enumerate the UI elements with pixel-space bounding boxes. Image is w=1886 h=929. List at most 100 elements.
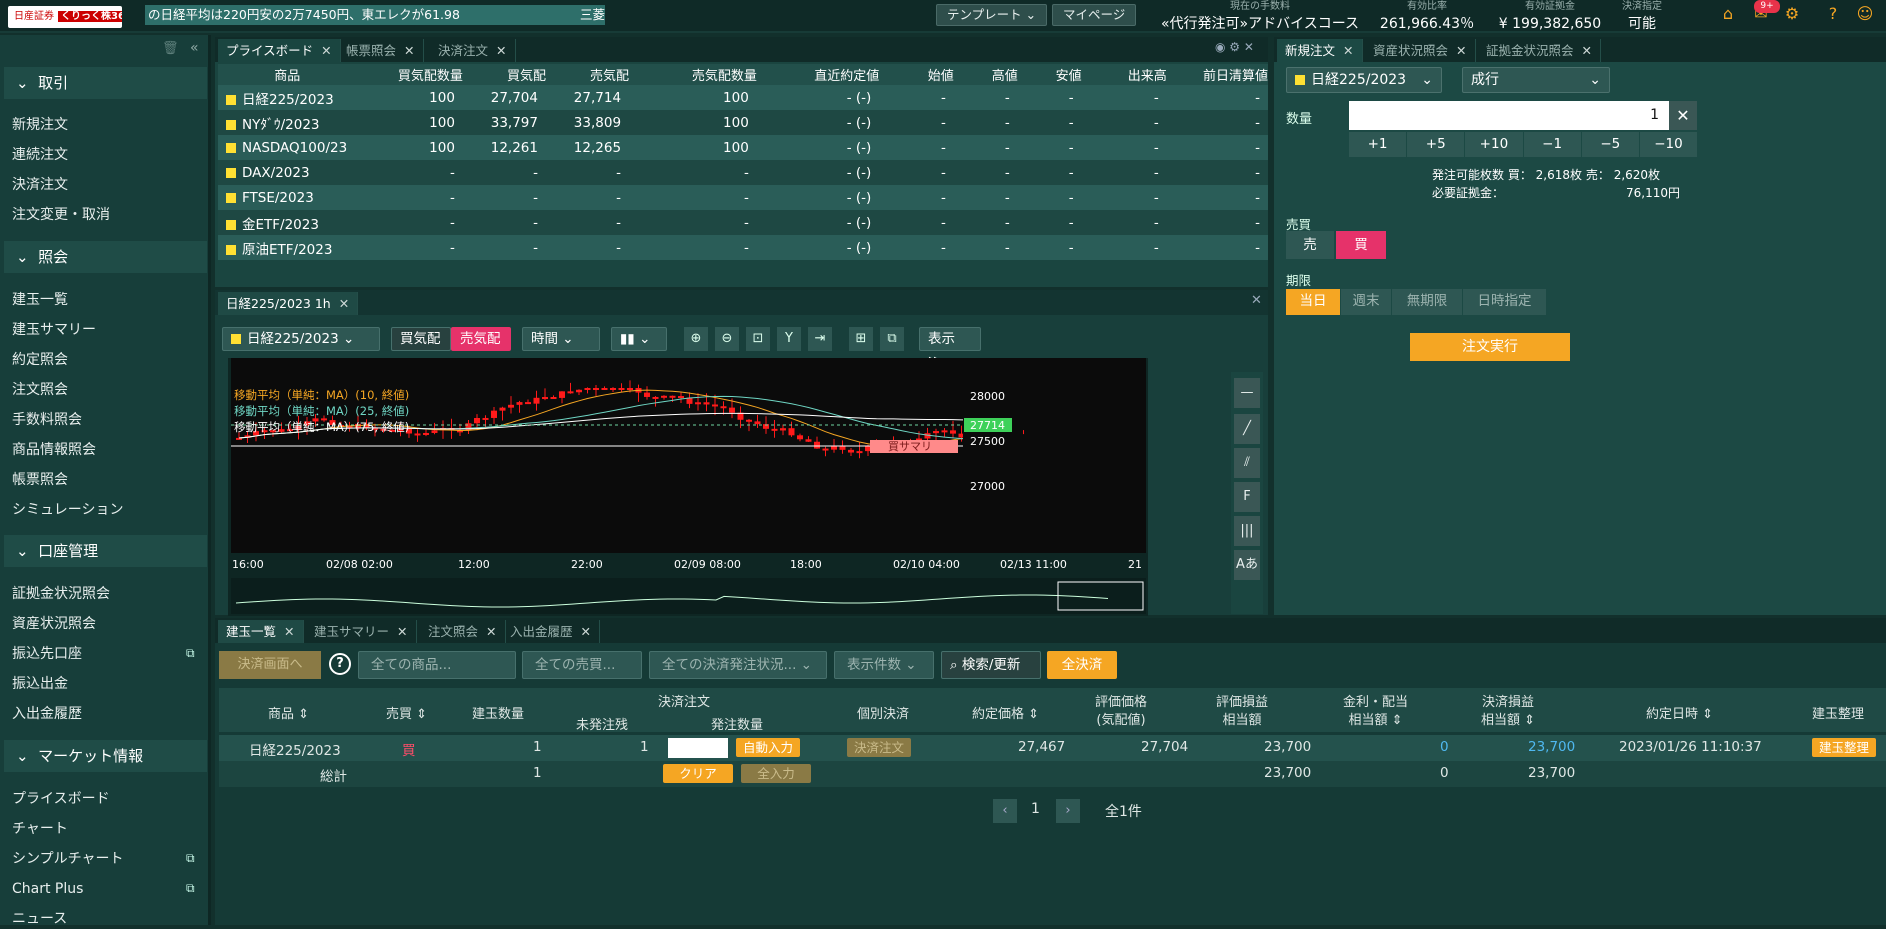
- buy-button[interactable]: 買: [1336, 231, 1386, 259]
- sidebar-item-fees[interactable]: 手数料照会: [12, 410, 82, 430]
- help-icon[interactable]: ?: [329, 653, 351, 675]
- hline-tool-icon[interactable]: —: [1234, 378, 1260, 408]
- side-filter[interactable]: 全ての売買...: [522, 651, 642, 679]
- tab-transfer-history[interactable]: 入出金履歴 ✕: [502, 620, 600, 643]
- template-button[interactable]: テンプレート ⌄: [936, 4, 1048, 26]
- sidebar-item-priceboard[interactable]: プライスボード: [12, 789, 110, 809]
- col-price[interactable]: 約定価格 ⇕: [972, 703, 1039, 722]
- sidebar-item-positions[interactable]: 建玉一覧: [12, 290, 68, 310]
- sidebar-item-settle-order[interactable]: 決済注文: [12, 175, 68, 195]
- sidebar-item-asset-status[interactable]: 資産状況照会: [12, 614, 96, 634]
- clear-qty-button[interactable]: ✕: [1669, 101, 1697, 130]
- prev-page-button[interactable]: ‹: [993, 799, 1017, 823]
- user-icon[interactable]: ☺: [1856, 5, 1874, 23]
- term-week[interactable]: 週末: [1341, 289, 1391, 315]
- settle-screen-button[interactable]: 決済画面へ: [219, 651, 321, 679]
- table-row[interactable]: 金ETF/2023- - - - - (-) - - - - -: [218, 210, 1268, 235]
- table-row[interactable]: 日経225/2023 100 27,704 27,714 100- (-) - - - - -: [218, 85, 1268, 110]
- table-row[interactable]: DAX/2023- - - - - (-) - - - - -: [218, 160, 1268, 185]
- sidebar-item-product-info[interactable]: 商品情報照会: [12, 440, 96, 460]
- term-indefinite[interactable]: 無期限: [1392, 289, 1462, 315]
- step-button[interactable]: −1: [1523, 132, 1581, 157]
- gear-icon[interactable]: ⚙: [1783, 5, 1801, 23]
- order-symbol-select[interactable]: 日経225/2023 ⌄: [1286, 67, 1442, 93]
- sidebar-item-new-order[interactable]: 新規注文: [12, 115, 68, 135]
- tab-new-order[interactable]: 新規注文 ✕: [1277, 39, 1363, 62]
- news-ticker[interactable]: の日経平均は220円安の2万7450円、東エレクが61.98: [145, 5, 605, 25]
- table-row[interactable]: NYﾀﾞｳ/2023 100 33,797 33,809 100- (-) - - - - -: [218, 110, 1268, 135]
- auto-input-button[interactable]: 自動入力: [736, 738, 801, 757]
- trash-icon[interactable]: 🗑: [162, 41, 179, 56]
- sidebar-section-inquiry[interactable]: ⌄ 照会: [4, 241, 207, 273]
- term-today[interactable]: 当日: [1286, 289, 1340, 315]
- order-qty-input[interactable]: [668, 738, 728, 758]
- col-eval-price[interactable]: 評価価格 (気配値): [1095, 694, 1147, 730]
- chart-symbol-select[interactable]: 日経225/2023 ⌄: [222, 327, 380, 351]
- count-filter[interactable]: 表示件数 ⌄: [834, 651, 934, 679]
- sidebar-item-executions[interactable]: 約定照会: [12, 350, 68, 370]
- page-number[interactable]: 1: [1031, 801, 1040, 817]
- close-icon[interactable]: ✕: [1251, 293, 1262, 308]
- sidebar-section-trade[interactable]: ⌄ 取引: [4, 67, 207, 99]
- home-icon[interactable]: ⌂: [1719, 5, 1737, 23]
- zoom-in-icon[interactable]: ⊕: [684, 327, 708, 351]
- add-indicator-icon[interactable]: ⊞: [849, 327, 873, 351]
- sidebar-item-news[interactable]: ニュース: [12, 909, 67, 929]
- fit-icon[interactable]: ⊡: [746, 327, 770, 351]
- individual-settle-button[interactable]: 決済注文: [847, 738, 912, 757]
- sell-button[interactable]: 売: [1286, 231, 1334, 259]
- compare-icon[interactable]: ⧉: [880, 327, 904, 351]
- sidebar-item-continuous-order[interactable]: 連続注文: [12, 145, 68, 165]
- tab-settle[interactable]: 決済注文 ✕: [430, 39, 516, 62]
- step-button[interactable]: −5: [1581, 132, 1639, 157]
- sidebar-section-market[interactable]: ⌄ マーケット情報: [4, 740, 207, 772]
- sidebar-item-simulation[interactable]: シミュレーション: [12, 500, 123, 520]
- candle-type-select[interactable]: ▮▮ ⌄: [611, 327, 667, 351]
- table-row[interactable]: 原油ETF/2023- - - - - (-) - - - - -: [218, 235, 1268, 260]
- step-button[interactable]: −10: [1639, 132, 1698, 157]
- sidebar-item-margin-status[interactable]: 証拠金状況照会: [12, 584, 110, 604]
- step-button[interactable]: +10: [1465, 132, 1523, 157]
- table-row[interactable]: NASDAQ100/23 100 12,261 12,265 100- (-) - - - - -: [218, 135, 1268, 160]
- sidebar-section-account[interactable]: ⌄ 口座管理: [4, 535, 207, 567]
- col-interest[interactable]: 金利・配当 相当額 ⇕: [1343, 694, 1408, 730]
- ask-toggle[interactable]: 売気配: [451, 327, 511, 351]
- col-settle-pl[interactable]: 決済損益 相当額 ⇕: [1481, 694, 1535, 730]
- sidebar-item-chart[interactable]: チャート: [12, 819, 68, 839]
- collapse-icon[interactable]: «: [190, 40, 199, 56]
- sidebar-item-transfer-history[interactable]: 入出金履歴: [12, 704, 82, 724]
- next-page-button[interactable]: ›: [1056, 799, 1080, 823]
- sidebar-item-modify-cancel[interactable]: 注文変更・取消: [12, 205, 110, 225]
- col-product[interactable]: 商品 ⇕: [268, 703, 309, 722]
- navigator[interactable]: [231, 578, 1146, 614]
- help-icon[interactable]: ?: [1824, 5, 1842, 23]
- step-button[interactable]: +5: [1407, 132, 1465, 157]
- qty-input[interactable]: 1: [1349, 101, 1669, 130]
- tab-asset[interactable]: 資産状況照会 ✕: [1365, 39, 1476, 62]
- col-side[interactable]: 売買 ⇕: [386, 703, 427, 722]
- sidebar-item-chartplus[interactable]: Chart Plus: [12, 879, 83, 899]
- table-row[interactable]: FTSE/2023- - - - - (-) - - - - -: [218, 185, 1268, 210]
- search-button[interactable]: ⌕ 検索/更新: [941, 651, 1041, 679]
- settle-all-button[interactable]: 全決済: [1047, 651, 1117, 679]
- product-filter[interactable]: 全ての商品...: [358, 651, 516, 679]
- all-input-button[interactable]: 全入力: [741, 764, 811, 783]
- tab-positions[interactable]: 建玉一覧 ✕: [218, 620, 304, 643]
- sidebar-item-orders[interactable]: 注文照会: [12, 380, 68, 400]
- trendline-tool-icon[interactable]: ╱: [1234, 414, 1260, 444]
- order-type-select[interactable]: 成行 ⌄: [1462, 67, 1610, 93]
- clear-button[interactable]: クリア: [663, 764, 733, 783]
- term-datetime[interactable]: 日時指定: [1463, 289, 1546, 315]
- fib-tool-icon[interactable]: F: [1234, 482, 1260, 512]
- tab-margin[interactable]: 証拠金状況照会 ✕: [1478, 39, 1601, 62]
- sidebar-item-withdraw[interactable]: 振込出金: [12, 674, 68, 694]
- status-filter[interactable]: 全ての決済発注状況... ⌄: [649, 651, 827, 679]
- step-button[interactable]: +1: [1349, 132, 1407, 157]
- sidebar-item-position-summary[interactable]: 建玉サマリー: [12, 320, 96, 340]
- submit-order-button[interactable]: 注文実行: [1410, 333, 1570, 361]
- display-menu[interactable]: 表示 ≫: [919, 327, 981, 369]
- scale-icon[interactable]: Y: [777, 327, 801, 351]
- tab-order-inquiry[interactable]: 注文照会 ✕: [420, 620, 506, 643]
- tab-chart[interactable]: 日経225/2023 1h ✕: [218, 292, 359, 315]
- vline-tool-icon[interactable]: |||: [1234, 516, 1260, 546]
